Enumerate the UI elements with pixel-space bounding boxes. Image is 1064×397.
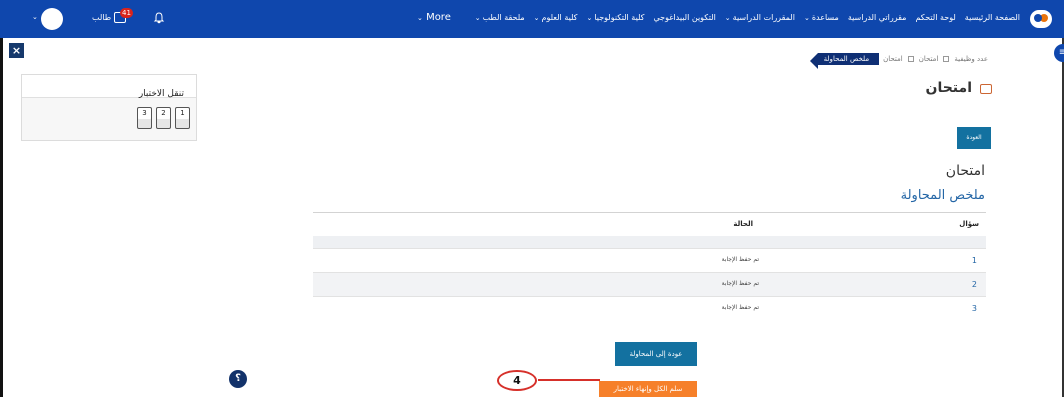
question-nav-button-1[interactable]: 1 [175,107,190,129]
annotation-step-marker: 4 [497,370,537,391]
site-logo[interactable] [1030,10,1052,28]
menu-item-help[interactable]: مساعدة⌄ [804,13,839,22]
breadcrumb-item[interactable]: امتحان [919,55,939,63]
question-status: تم حفظ الإجابة [721,280,759,287]
help-icon[interactable]: ؟ [229,370,247,388]
quiz-navigation-header: تنقل الاختبار [22,75,196,99]
quiz-navigation-block: تنقل الاختبار 1 2 3 [21,74,197,141]
quiz-name: امتحان [945,163,985,179]
menu-more[interactable]: ⌄ More [417,12,451,23]
menu-item-faculty-technology[interactable]: كلية التكنولوجيا⌄ [586,13,644,22]
breadcrumb-item[interactable]: عدد وظيفية [954,55,988,63]
close-drawer-button[interactable]: × [9,43,24,58]
window-frame-left [0,0,3,397]
quiz-navigation-buttons: 1 2 3 [137,107,190,129]
menu-item-my-courses[interactable]: مقرراتي الدراسية [848,13,907,22]
question-link[interactable]: 3 [972,304,977,313]
menu-item-home[interactable]: الصفحة الرئيسية [965,13,1020,22]
main-menu: الصفحة الرئيسية لوحة التحكم مقرراتي الدر… [475,13,1020,22]
question-link[interactable]: 2 [972,280,977,289]
table-row: 2 تم حفظ الإجابة [313,272,986,296]
quiz-icon [980,84,992,94]
table-spacer [313,236,986,248]
column-header-status: الحالة [733,220,753,228]
user-name: طالب [92,13,112,22]
page-title: امتحان [925,80,972,96]
attempt-summary-table: سؤال الحالة 1 تم حفظ الإجابة 2 تم حفظ ال… [313,212,986,320]
menu-item-courses[interactable]: المقررات الدراسية⌄ [725,13,795,22]
menu-item-faculty-science[interactable]: كلية العلوم⌄ [534,13,578,22]
message-count-badge: 41 [120,8,133,18]
table-row: 3 تم حفظ الإجابة [313,296,986,320]
breadcrumb-separator-icon [907,56,914,62]
chevron-down-icon: ⌄ [724,14,731,22]
avatar[interactable] [41,8,63,30]
breadcrumb-current: ملخص المحاولة [809,53,880,69]
submit-all-and-finish-button[interactable]: سلم الكل وإنهاء الاختبار [599,381,697,397]
top-navbar: الصفحة الرئيسية لوحة التحكم مقرراتي الدر… [0,0,1064,38]
menu-more-label: More [426,12,451,23]
breadcrumb-item[interactable]: امتحان [883,55,903,63]
question-link[interactable]: 1 [972,256,977,265]
table-row: 1 تم حفظ الإجابة [313,248,986,272]
return-to-attempt-button[interactable]: عودة إلى المحاولة [615,342,697,366]
bell-icon[interactable] [153,12,165,24]
question-nav-button-2[interactable]: 2 [156,107,171,129]
back-button[interactable]: العودة [957,127,991,149]
menu-item-pedagogical-training[interactable]: التكوين البيداغوجي [653,13,715,22]
question-status: تم حفظ الإجابة [721,304,759,311]
chevron-down-icon: ⌄ [417,14,423,22]
summary-title: ملخص المحاولة [900,188,985,203]
chevron-down-icon: ⌄ [803,14,810,22]
question-status: تم حفظ الإجابة [721,256,759,263]
breadcrumb-separator-icon [943,56,950,62]
table-header: سؤال الحالة [313,212,986,236]
drawer-toggle-icon[interactable]: ≡ [1054,44,1064,62]
chevron-down-icon: ⌄ [533,14,540,22]
chevron-down-icon: ⌄ [474,14,481,22]
quiz-navigation-title: تنقل الاختبار [138,89,184,99]
menu-item-dashboard[interactable]: لوحة التحكم [915,13,955,22]
user-menu[interactable]: ⌄ طالب 41 [32,8,172,30]
chevron-down-icon: ⌄ [32,13,38,21]
column-header-question: سؤال [959,220,979,228]
chevron-down-icon: ⌄ [586,14,593,22]
question-nav-button-3[interactable]: 3 [137,107,152,129]
breadcrumb: عدد وظيفية امتحان امتحان ملخص المحاولة [809,52,988,69]
menu-item-medicine-annex[interactable]: ملحقة الطب⌄ [475,13,525,22]
annotation-pointer-line [538,379,600,381]
